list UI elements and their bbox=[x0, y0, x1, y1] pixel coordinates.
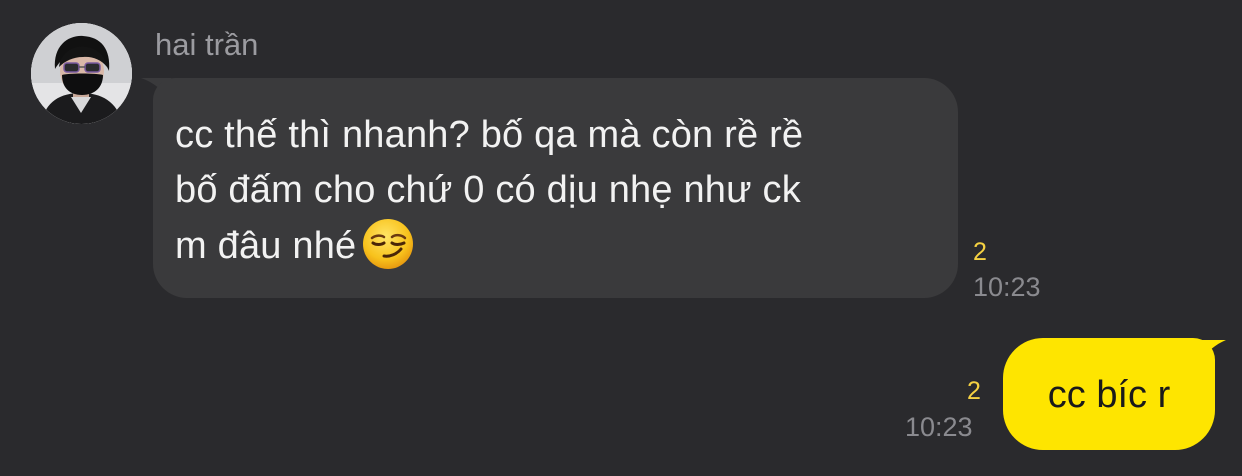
smirking-face-emoji-icon bbox=[363, 219, 414, 269]
sender-name: hai trần bbox=[155, 27, 259, 62]
user-avatar-icon bbox=[31, 23, 132, 124]
incoming-message-line: bố đấm cho chứ 0 có dịu nhẹ như ck bbox=[175, 169, 801, 211]
sender-avatar[interactable] bbox=[31, 23, 132, 124]
incoming-message-line: m đâu nhé bbox=[175, 218, 945, 274]
outgoing-unread-count: 2 bbox=[967, 377, 981, 405]
incoming-message-line: cc thế thì nhanh? bố qa mà còn rề rề bbox=[175, 114, 804, 156]
outgoing-message-text: cc bíc r bbox=[1047, 374, 1171, 416]
incoming-message-text: cc thế thì nhanh? bố qa mà còn rề rề bố … bbox=[175, 108, 945, 274]
chat-window: hai trần cc thế thì nhanh? bố qa mà còn … bbox=[0, 0, 1242, 476]
incoming-unread-count: 2 bbox=[973, 238, 987, 266]
incoming-message-time: 10:23 bbox=[973, 272, 1041, 302]
incoming-message-line-text: m đâu nhé bbox=[175, 225, 357, 267]
outgoing-message-time: 10:23 bbox=[905, 412, 973, 442]
outgoing-bubble-tail bbox=[1198, 340, 1226, 364]
